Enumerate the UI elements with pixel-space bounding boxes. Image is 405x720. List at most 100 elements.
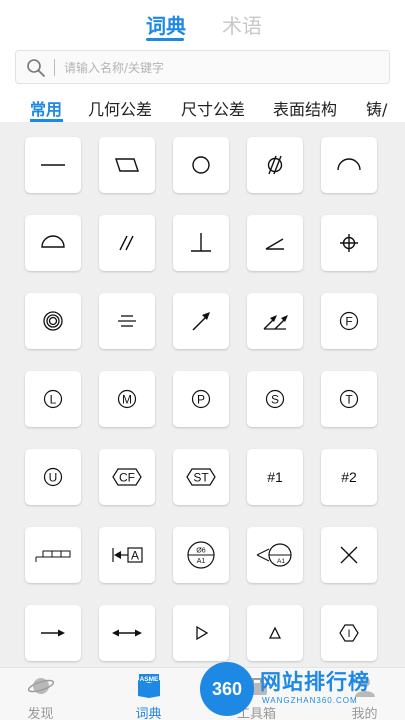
symmetry-icon	[118, 315, 136, 327]
lmc-label: L	[50, 393, 57, 407]
symbol-tile-open-triangle[interactable]	[173, 605, 229, 661]
tangent-plane-label: T	[345, 393, 353, 407]
category-geometric-tolerance[interactable]: 几何公差	[88, 96, 152, 120]
position-icon	[340, 234, 358, 252]
symbol-tile-angularity[interactable]	[247, 215, 303, 271]
perpendicularity-icon	[191, 233, 211, 252]
feature-control-frame-icon	[35, 550, 71, 562]
symbol-tile-independency[interactable]: I	[321, 605, 377, 661]
tab-dictionary[interactable]: 词典	[146, 10, 186, 39]
datum-target-top-label: Ø6	[196, 548, 205, 555]
lmc-icon: L	[43, 389, 63, 409]
independency-icon: I	[339, 624, 359, 642]
statistical-tolerance-label: ST	[193, 471, 209, 485]
search-icon	[27, 59, 45, 77]
symbol-tile-lmc[interactable]: L	[25, 371, 81, 427]
symbol-tile-continuous-feature[interactable]: CF	[99, 449, 155, 505]
between-arrows-icon	[112, 629, 142, 637]
symbol-tile-hash-2[interactable]: #2	[321, 449, 377, 505]
symbol-tile-datum-target[interactable]: Ø6 A1	[173, 527, 229, 583]
nav-discover-label: 发现	[27, 707, 54, 720]
unequally-disposed-label: U	[49, 471, 58, 485]
hash-2-label: #2	[341, 469, 357, 485]
symbol-tile-datum-target-leader[interactable]: A1	[247, 527, 303, 583]
mmc-label: M	[122, 393, 132, 407]
category-common[interactable]: 常用	[30, 96, 62, 120]
watermark-badge: 360	[200, 662, 254, 716]
profile-of-surface-icon	[41, 235, 65, 248]
tab-terms[interactable]: 术语	[222, 10, 262, 39]
nav-discover[interactable]: 发现	[0, 668, 81, 720]
symbol-tile-circular-runout[interactable]	[173, 293, 229, 349]
symbol-tile-straightness[interactable]	[25, 137, 81, 193]
symbol-tile-between-arrows[interactable]	[99, 605, 155, 661]
symbol-tile-unequally-disposed[interactable]: U	[25, 449, 81, 505]
symbol-tile-position[interactable]	[321, 215, 377, 271]
straightness-icon	[41, 164, 65, 166]
projected-tolerance-zone-icon: P	[191, 389, 211, 409]
category-dimensional-tolerance[interactable]: 尺寸公差	[181, 96, 245, 120]
mmc-icon: M	[117, 389, 137, 409]
symbol-tile-free-state[interactable]: F	[321, 293, 377, 349]
tangent-plane-icon: T	[339, 389, 359, 409]
statistical-tolerance-icon: ST	[186, 468, 216, 486]
symbol-tile-hash-1[interactable]: #1	[247, 449, 303, 505]
category-surface-texture[interactable]: 表面结构	[273, 96, 337, 120]
tab-indicator	[146, 38, 184, 41]
symbol-tile-datum-feature[interactable]: A	[99, 527, 155, 583]
search-bar[interactable]	[15, 50, 390, 84]
symbol-tile-concentricity[interactable]	[25, 293, 81, 349]
triangle-icon	[268, 626, 282, 639]
datum-target-leader-icon: A1	[256, 543, 292, 567]
datum-feature-label: A	[131, 549, 139, 563]
planet-icon	[28, 678, 54, 694]
profile-of-line-icon	[337, 158, 361, 171]
symbol-tile-mmc[interactable]: M	[99, 371, 155, 427]
category-bar: 常用 几何公差 尺寸公差 表面结构 铸/	[0, 90, 405, 122]
symbol-tile-total-runout[interactable]	[247, 293, 303, 349]
symbol-tile-circularity[interactable]	[173, 137, 229, 193]
total-runout-icon	[263, 315, 288, 330]
datum-target-bottom-label: A1	[197, 558, 206, 565]
from-to-arrow-icon	[41, 629, 65, 637]
open-triangle-icon	[196, 625, 209, 641]
datum-feature-icon: A	[112, 547, 143, 563]
search-input[interactable]	[64, 57, 374, 79]
symbol-tile-rfs[interactable]: S	[247, 371, 303, 427]
symbol-tile-tangent-plane[interactable]: T	[321, 371, 377, 427]
symbol-tile-profile-of-surface[interactable]	[25, 215, 81, 271]
asme-book-icon: ASME	[138, 674, 160, 698]
free-state-icon: F	[339, 311, 359, 331]
asme-badge-text: ASME	[140, 676, 159, 683]
symbol-tile-flatness[interactable]	[99, 137, 155, 193]
free-state-label: F	[345, 315, 352, 329]
projected-tolerance-zone-label: P	[197, 393, 205, 407]
continuous-feature-icon: CF	[112, 468, 142, 486]
symbol-tile-feature-control-frame[interactable]	[25, 527, 81, 583]
rfs-label: S	[271, 393, 279, 407]
datum-target-point-icon	[340, 546, 358, 564]
angularity-icon	[265, 238, 284, 250]
unequally-disposed-icon: U	[43, 467, 63, 487]
circular-runout-icon	[192, 312, 210, 331]
symbol-tile-triangle[interactable]	[247, 605, 303, 661]
symbol-tile-parallelism[interactable]	[99, 215, 155, 271]
continuous-feature-label: CF	[119, 471, 135, 485]
circularity-icon	[192, 156, 210, 174]
symbol-tile-from-to-arrow[interactable]	[25, 605, 81, 661]
category-casting[interactable]: 铸/	[366, 96, 387, 120]
symbol-tile-statistical-tolerance[interactable]: ST	[173, 449, 229, 505]
symbol-tile-profile-of-line[interactable]	[321, 137, 377, 193]
symbol-tile-perpendicularity[interactable]	[173, 215, 229, 271]
concentricity-icon	[43, 311, 63, 331]
independency-label: I	[347, 628, 350, 640]
nav-dictionary-label: 词典	[135, 707, 162, 720]
symbol-grid: F L M P S T U CF ST #1 #2 A Ø6 A1 A1 I	[0, 122, 405, 667]
symbol-tile-projected-tolerance-zone[interactable]: P	[173, 371, 229, 427]
cylindricity-icon	[267, 155, 283, 175]
symbol-tile-symmetry[interactable]	[99, 293, 155, 349]
watermark-subtitle: WANGZHAN360.COM	[262, 696, 358, 705]
nav-dictionary[interactable]: ASME 词典	[108, 668, 189, 720]
symbol-tile-datum-target-point[interactable]	[321, 527, 377, 583]
symbol-tile-cylindricity[interactable]	[247, 137, 303, 193]
